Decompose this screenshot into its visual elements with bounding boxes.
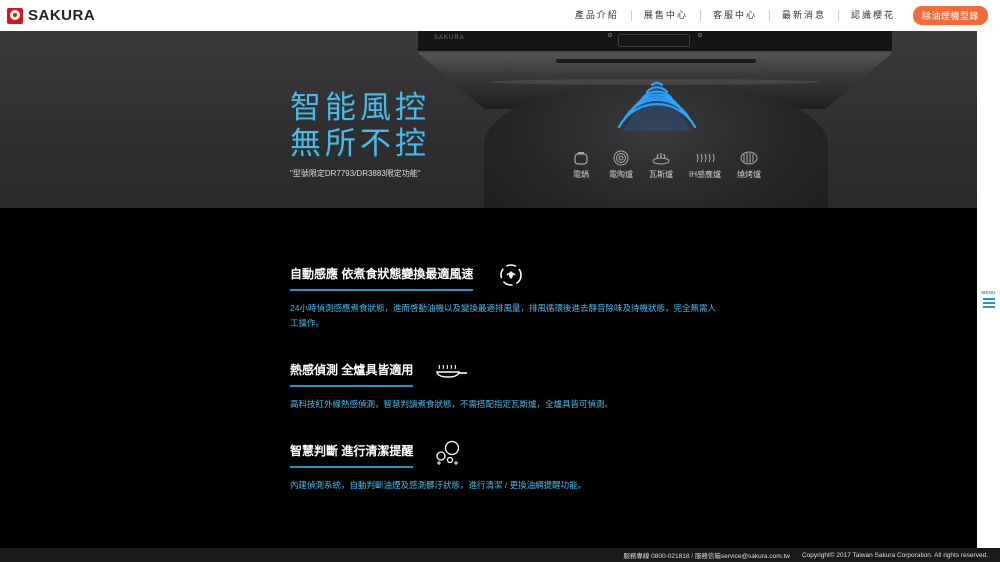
rice-cooker-icon bbox=[574, 152, 588, 165]
site-footer: 服務專線 0800-021818 / 服務信箱service@sakura.co… bbox=[0, 548, 1000, 562]
cooker-grill: 燒烤爐 bbox=[730, 149, 768, 180]
nav-news[interactable]: 最新消息 bbox=[768, 10, 838, 21]
feature-description: 內建偵測系統，自動判斷油煙及感測髒汙狀態，進行清潔 / 更換油網提醒功能。 bbox=[290, 480, 587, 490]
main-nav: 產品介紹 展售中心 客服中心 最新消息 認識櫻花 除油煙機型錄 bbox=[563, 0, 1000, 31]
hood-brand-text: SAKURA bbox=[434, 35, 465, 41]
cooker-label: 燒烤爐 bbox=[737, 170, 761, 179]
nav-showrooms[interactable]: 展售中心 bbox=[630, 10, 700, 21]
cooker-list: 電鍋 電陶爐 瓦斯爐 IH感應爐 燒烤爐 bbox=[562, 149, 770, 180]
brand-name: SAKURA bbox=[28, 7, 96, 24]
cooker-label: 電陶爐 bbox=[609, 170, 633, 179]
feature-heat-detection: 熱感偵測 全爐具皆適用 高科技紅外線熱感偵測，智慧判讀煮食狀態，不需搭配指定瓦斯… bbox=[290, 361, 718, 412]
pan-heat-icon bbox=[436, 364, 467, 378]
hero-model-note: "型號限定DR7793/DR3883限定功能" bbox=[290, 169, 421, 178]
catalog-button[interactable]: 除油煙機型錄 bbox=[912, 6, 988, 25]
feature-title: 自動感應 依煮食狀態變換最適風速 bbox=[290, 265, 474, 291]
footer-contact: 服務專線 0800-021818 / 服務信箱service@sakura.co… bbox=[623, 553, 790, 560]
feature-title: 智慧判斷 進行清潔提醒 bbox=[290, 442, 414, 468]
range-hood-top: SAKURA bbox=[418, 31, 892, 53]
cooker-gas-stove: 瓦斯爐 bbox=[642, 149, 680, 180]
hero-title: 智能風控 無所不控 bbox=[290, 90, 430, 162]
sakura-logo-icon bbox=[7, 7, 23, 24]
sensor-wave-icon bbox=[617, 79, 697, 131]
feature-description: 24小時偵測感應煮食狀態，進而啓動油機以及變換最適排風量，排風循環後進去靜音除味… bbox=[290, 303, 716, 328]
cooker-label: 瓦斯爐 bbox=[649, 170, 673, 179]
bubbles-icon bbox=[436, 440, 460, 465]
feature-auto-sensing: 自動感應 依煮食狀態變換最適風速 24小時偵測感應煮食狀態，進而啓動油機以及變換… bbox=[290, 264, 718, 331]
nav-service[interactable]: 客服中心 bbox=[699, 10, 769, 21]
ceramic-hob-icon bbox=[613, 150, 629, 166]
fan-cycle-icon bbox=[500, 264, 522, 286]
cooker-rice-cooker: 電鍋 bbox=[562, 149, 600, 180]
cooker-label: IH感應爐 bbox=[689, 170, 721, 179]
footer-copyright: Copyright© 2017 Taiwan Sakura Corporatio… bbox=[801, 551, 988, 559]
menu-toggle-button[interactable]: MENU bbox=[980, 290, 997, 308]
site-header: SAKURA 產品介紹 展售中心 客服中心 最新消息 認識櫻花 除油煙機型錄 bbox=[0, 0, 1000, 31]
feature-title: 熱感偵測 全爐具皆適用 bbox=[290, 361, 414, 387]
cooker-induction-hob: IH感應爐 bbox=[682, 149, 728, 180]
gas-stove-icon bbox=[652, 153, 670, 165]
hood-light-icon bbox=[698, 33, 702, 37]
hero-banner: SAKURA 智能風控 無所不控 "型號限定DR7793/DR3883限定功能" bbox=[0, 31, 1000, 208]
grill-icon bbox=[740, 151, 758, 165]
feature-description: 高科技紅外線熱感偵測，智慧判讀煮食狀態，不需搭配指定瓦斯爐，全爐具皆可偵測。 bbox=[290, 399, 614, 409]
nav-products[interactable]: 產品介紹 bbox=[563, 10, 631, 21]
feature-section: 自動感應 依煮食狀態變換最適風速 24小時偵測感應煮食狀態，進而啓動油機以及變換… bbox=[0, 208, 977, 548]
cooker-ceramic-hob: 電陶爐 bbox=[602, 149, 640, 180]
brand-logo[interactable]: SAKURA bbox=[7, 7, 95, 24]
nav-about[interactable]: 認識櫻花 bbox=[837, 10, 907, 21]
induction-hob-icon bbox=[696, 153, 715, 163]
feature-cleaning-reminder: 智慧判斷 進行清潔提醒 內建偵測系統，自動判斷油煙及感測髒汙狀態，進行清潔 / … bbox=[290, 440, 718, 493]
range-hood-vent bbox=[556, 59, 756, 63]
hamburger-icon bbox=[982, 296, 995, 308]
menu-label: MENU bbox=[981, 290, 996, 295]
hood-power-icon bbox=[608, 33, 612, 37]
hood-control-panel bbox=[618, 34, 690, 47]
cooker-label: 電鍋 bbox=[573, 170, 589, 179]
